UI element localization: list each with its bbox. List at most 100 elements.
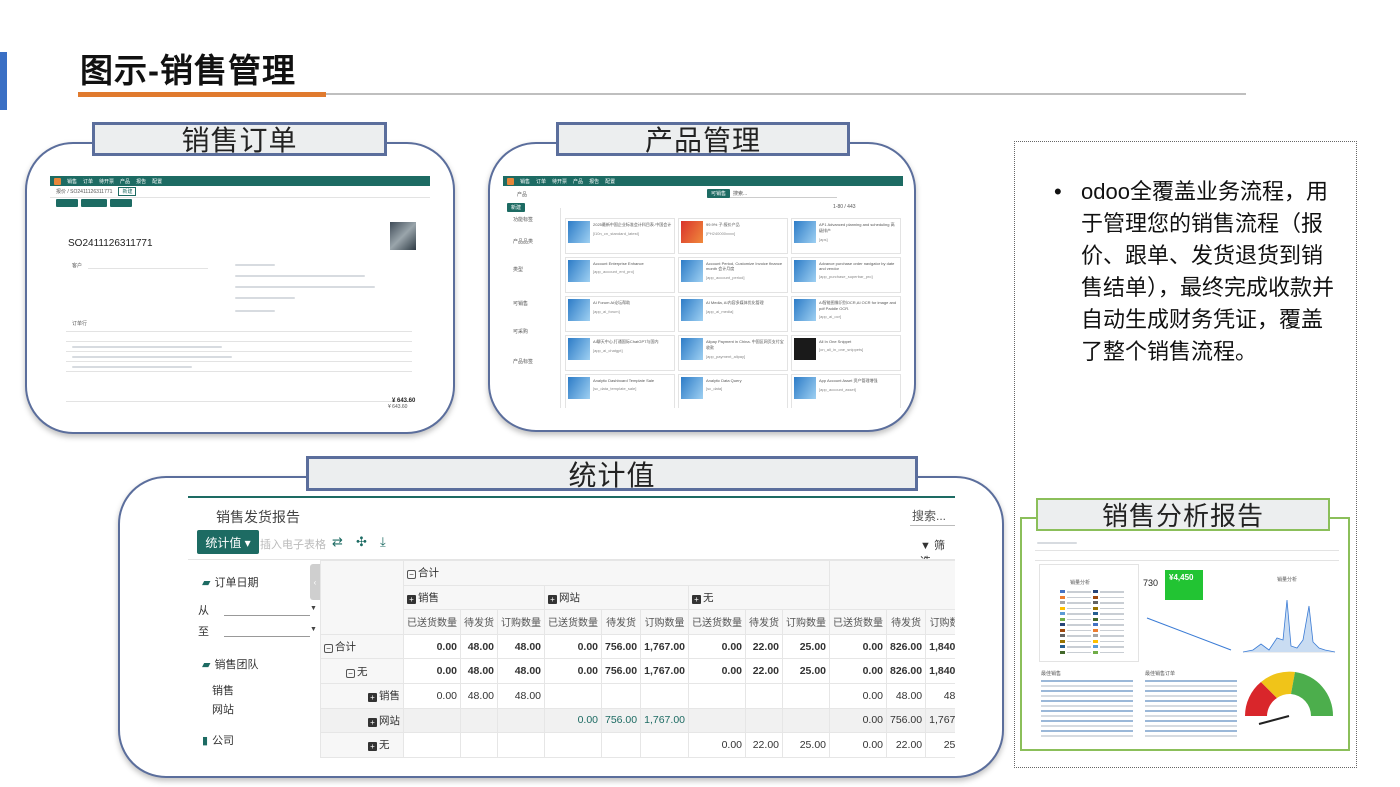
product-card[interactable]: Account Enterprise Enhance [app_account_e… [565, 257, 675, 293]
so-breadcrumb[interactable]: 报价 / SO2411126311771 [56, 188, 112, 195]
download-icon[interactable]: ⤓ [380, 534, 386, 550]
pivot-cell[interactable] [782, 682, 830, 709]
pivot-cell[interactable]: 0.00 [829, 633, 887, 660]
product-card[interactable]: All In One Snippet [on_all_in_one_snippet… [791, 335, 901, 371]
measure-header[interactable]: 待发货 [600, 609, 642, 635]
pivot-cell[interactable]: 0.00 [829, 732, 887, 758]
pivot-cell[interactable] [460, 732, 498, 758]
pivot-cell[interactable]: 0.00 [403, 682, 461, 709]
pivot-cell[interactable]: 756.00 [600, 658, 642, 684]
pm-nav-item[interactable]: 订单 [536, 178, 546, 185]
pivot-cell[interactable]: 0.00 [688, 633, 746, 660]
product-card[interactable]: AI聊天中心,打通国际ChatGPT与国内 [app_ai_chatgpt] [565, 335, 675, 371]
pm-pager[interactable]: 1-80 / 443 [833, 204, 856, 210]
product-card[interactable]: Account Period, Customize Invoice financ… [678, 257, 788, 293]
pivot-cell[interactable]: 0.00 [829, 658, 887, 684]
insert-spreadsheet-button[interactable]: 插入电子表格 [260, 536, 326, 552]
flip-axis-icon[interactable]: ⇄ [332, 534, 343, 550]
pivot-cell[interactable] [497, 707, 545, 734]
pivot-cell[interactable] [688, 682, 746, 709]
pivot-cell[interactable]: 0.00 [544, 658, 602, 684]
pivot-cell[interactable] [745, 682, 783, 709]
measure-header[interactable]: 订购数量 [497, 609, 545, 635]
pm-side-group[interactable]: 可采购 [513, 328, 528, 335]
pivot-cell[interactable] [544, 682, 602, 709]
pivot-cell[interactable]: 826.00 [885, 658, 927, 684]
pivot-cell[interactable]: 48.00 [497, 682, 545, 709]
pivot-cell[interactable] [640, 732, 689, 758]
col-header-group[interactable]: + 无 [688, 584, 830, 611]
measure-header[interactable]: 已送货数量 [403, 609, 461, 635]
pivot-cell[interactable]: 25.00 [782, 633, 830, 660]
pm-search-tag[interactable]: 可销售 [707, 189, 731, 198]
pivot-search-input[interactable]: 搜索... [912, 507, 946, 524]
product-card[interactable]: Alipay Payment in China. 中国区网页支付宝收款 [app_… [678, 335, 788, 371]
row-header[interactable]: + 销售 [320, 682, 404, 709]
so-nav-item[interactable]: 报告 [136, 178, 146, 185]
pm-side-group[interactable]: 产品品类 [513, 238, 533, 245]
pivot-cell[interactable]: 0.00 [829, 707, 887, 734]
col-header-group[interactable]: + 销售 [403, 584, 545, 611]
product-card[interactable]: App Account Asset 资产管理增强 [app_account_ass… [791, 374, 901, 408]
so-lines-tab[interactable]: 订单行 [72, 320, 87, 327]
row-header[interactable]: − 合计 [320, 633, 404, 660]
so-new-button[interactable]: 新建 [118, 187, 137, 196]
pivot-cell[interactable]: 756.00 [600, 707, 642, 734]
pm-nav-item[interactable]: 待开票 [552, 178, 567, 185]
col-header-group[interactable]: + 网站 [544, 584, 689, 611]
pivot-cell[interactable]: 22.00 [745, 658, 783, 684]
pivot-cell[interactable]: 756.00 [885, 707, 927, 734]
product-card[interactable]: 2025最新中国企业标准会计科目表-中国会计 [l10n_cn_standard_… [565, 218, 675, 254]
measure-header[interactable]: 已送货数量 [829, 609, 887, 635]
pm-nav-item[interactable]: 销售 [520, 178, 530, 185]
so-action-button[interactable] [56, 199, 78, 207]
pivot-cell[interactable] [782, 707, 830, 734]
pivot-cell[interactable] [460, 707, 498, 734]
pm-side-group[interactable]: 可销售 [513, 300, 528, 307]
so-action-button[interactable] [109, 199, 132, 207]
pivot-cell[interactable]: 48.00 [885, 682, 927, 709]
product-card[interactable]: Analytic Dashboard Template Sale [sc_data… [565, 374, 675, 408]
measures-button[interactable]: 统计值 ▾ [197, 530, 259, 554]
pivot-cell[interactable] [544, 732, 602, 758]
pivot-cell[interactable]: 48.00 [460, 633, 498, 660]
product-card[interactable]: AI Forum AI论坛帮助 [app_ai_forum] [565, 296, 675, 332]
pivot-cell[interactable] [600, 682, 642, 709]
pivot-cell[interactable] [640, 682, 689, 709]
pivot-cell[interactable]: 756.00 [600, 633, 642, 660]
measure-header[interactable]: 待发货 [745, 609, 783, 635]
row-header[interactable]: + 无 [320, 732, 404, 758]
pivot-cell[interactable]: 0.00 [688, 732, 746, 758]
pm-side-group[interactable]: 类型 [513, 266, 523, 273]
product-card[interactable]: Advance purchase order navigator by date… [791, 257, 901, 293]
so-nav-item[interactable]: 销售 [67, 178, 77, 185]
measure-header[interactable]: 订购数量 [640, 609, 689, 635]
pm-nav-item[interactable]: 产品 [573, 178, 583, 185]
pivot-cell[interactable]: 48.00 [460, 682, 498, 709]
pivot-cell[interactable] [600, 732, 642, 758]
date-to-select[interactable] [224, 636, 310, 637]
so-nav-item[interactable]: 待开票 [99, 178, 114, 185]
pivot-cell[interactable]: 1,767.00 [640, 633, 689, 660]
pivot-cell[interactable]: 1,767.00 [925, 707, 955, 734]
measure-header[interactable]: 待发货 [885, 609, 927, 635]
product-card[interactable]: AP1 Advanced planning and scheduling 高级排… [791, 218, 901, 254]
measure-header[interactable]: 已送货数量 [544, 609, 602, 635]
measure-header[interactable]: 已送货数量 [688, 609, 746, 635]
so-nav-item[interactable]: 订单 [83, 178, 93, 185]
sales-team-section[interactable]: ▰ 销售团队 [202, 656, 258, 672]
expand-all-icon[interactable]: ✣ [356, 534, 367, 550]
pivot-cell[interactable] [497, 732, 545, 758]
measure-header[interactable]: 待发货 [460, 609, 498, 635]
pivot-cell[interactable]: 48.00 [497, 658, 545, 684]
col-header-total[interactable]: − 合计 [403, 560, 830, 586]
pivot-cell[interactable]: 1,767.00 [640, 658, 689, 684]
pivot-cell[interactable]: 25.00 [925, 732, 955, 758]
row-header[interactable]: − 无 [320, 658, 404, 684]
pivot-cell[interactable] [403, 732, 461, 758]
so-customer-field[interactable] [88, 268, 208, 269]
pivot-cell[interactable]: 1,767.00 [640, 707, 689, 734]
company-section[interactable]: ▮ 公司 [202, 732, 234, 748]
pivot-cell[interactable]: 22.00 [745, 732, 783, 758]
so-nav-item[interactable]: 配置 [152, 178, 162, 185]
